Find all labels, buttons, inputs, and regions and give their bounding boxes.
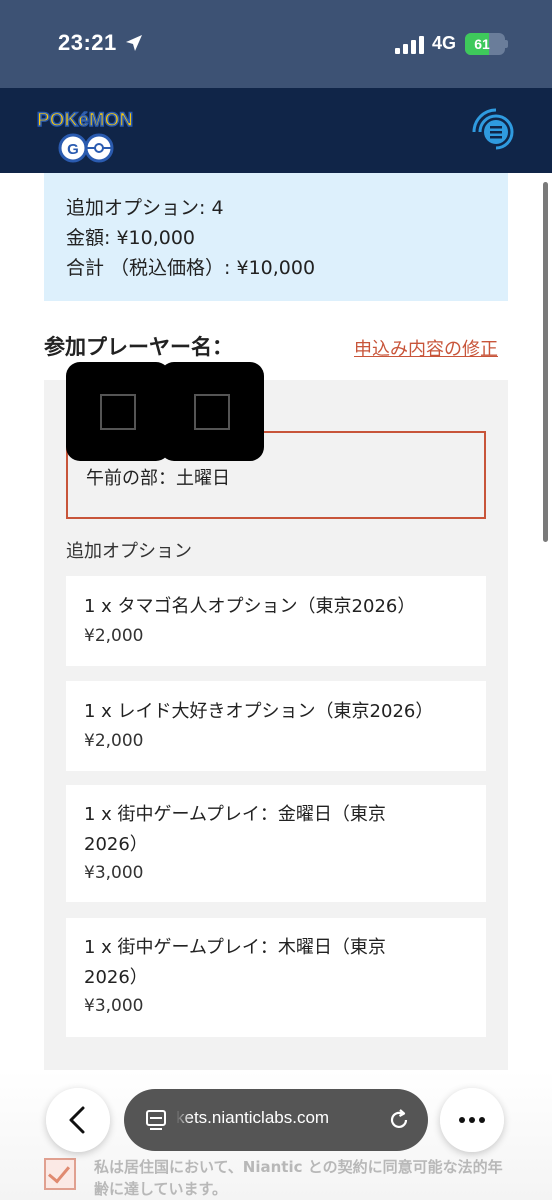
players-title: 参加プレーヤー名： (44, 335, 233, 359)
age-consent-text: 私は居住国において、Niantic との契約に同意可能な法的年齢に達しています。 (94, 1158, 503, 1198)
signal-icon (395, 36, 424, 54)
session-label: 午前の部：土曜日 (86, 468, 230, 489)
option-price: ¥3,000 (84, 863, 144, 883)
option-name-continued: 2026） (84, 834, 148, 855)
redacted-name-block (66, 362, 170, 461)
url-fade (170, 1105, 190, 1135)
option-name: 1 x 街中ゲームプレイ：木曜日（東京 (84, 937, 386, 958)
url-text: kets.nianticlabs.com (176, 1108, 330, 1127)
option-name-continued: 2026） (84, 967, 148, 988)
summary-amount: 金額: ¥10,000 (66, 227, 196, 249)
svg-text:G: G (67, 141, 79, 158)
battery-icon: 61 (465, 33, 505, 55)
pokemon-go-logo[interactable]: POKéMON G (33, 96, 137, 166)
back-icon (69, 1106, 85, 1134)
summary-options-count: 追加オプション: 4 (66, 197, 224, 219)
option-name: 1 x レイド大好きオプション（東京2026） (84, 701, 434, 722)
redacted-glyph (100, 394, 136, 430)
option-price: ¥2,000 (84, 731, 144, 751)
more-icon (459, 1117, 485, 1123)
check-icon (47, 1160, 71, 1184)
reload-icon[interactable] (386, 1107, 412, 1133)
redacted-name-block (160, 362, 264, 461)
option-name: 1 x タマゴ名人オプション（東京2026） (84, 596, 416, 617)
status-bar: 23:21 4G 61 (0, 0, 552, 88)
edit-application-link[interactable]: 申込み内容の修正 (354, 335, 498, 361)
option-card: 1 x タマゴ名人オプション（東京2026） ¥2,000 (66, 576, 486, 666)
back-button[interactable] (46, 1088, 110, 1152)
address-bar[interactable]: kets.nianticlabs.com (124, 1089, 428, 1151)
option-card: 1 x レイド大好きオプション（東京2026） ¥2,000 (66, 681, 486, 771)
age-consent-checkbox[interactable] (44, 1158, 76, 1190)
tabs-icon[interactable] (144, 1108, 168, 1132)
option-card: 1 x 街中ゲームプレイ：木曜日（東京 2026） ¥3,000 (66, 918, 486, 1037)
option-name: 1 x 街中ゲームプレイ：金曜日（東京 (84, 804, 386, 825)
battery-tip (505, 40, 508, 48)
option-price: ¥2,000 (84, 626, 144, 646)
app-header: POKéMON G (0, 88, 552, 173)
more-button[interactable] (440, 1088, 504, 1152)
network-type: 4G (432, 33, 457, 53)
redacted-glyph (194, 394, 230, 430)
logo-top-text: POKéMON (37, 110, 133, 131)
option-price: ¥3,000 (84, 996, 144, 1016)
battery-percent: 61 (474, 36, 490, 52)
summary-total: 合計 （税込価格）: ¥10,000 (66, 257, 316, 279)
scrollbar[interactable] (543, 182, 548, 542)
status-time: 23:21 (58, 30, 117, 55)
option-card: 1 x 街中ゲームプレイ：金曜日（東京 2026） ¥3,000 (66, 785, 486, 902)
menu-icon[interactable] (470, 106, 522, 158)
additional-options-label: 追加オプション (66, 541, 192, 562)
order-summary: 追加オプション: 4 金額: ¥10,000 合計 （税込価格）: ¥10,00… (44, 173, 508, 301)
location-arrow-icon (126, 35, 142, 51)
